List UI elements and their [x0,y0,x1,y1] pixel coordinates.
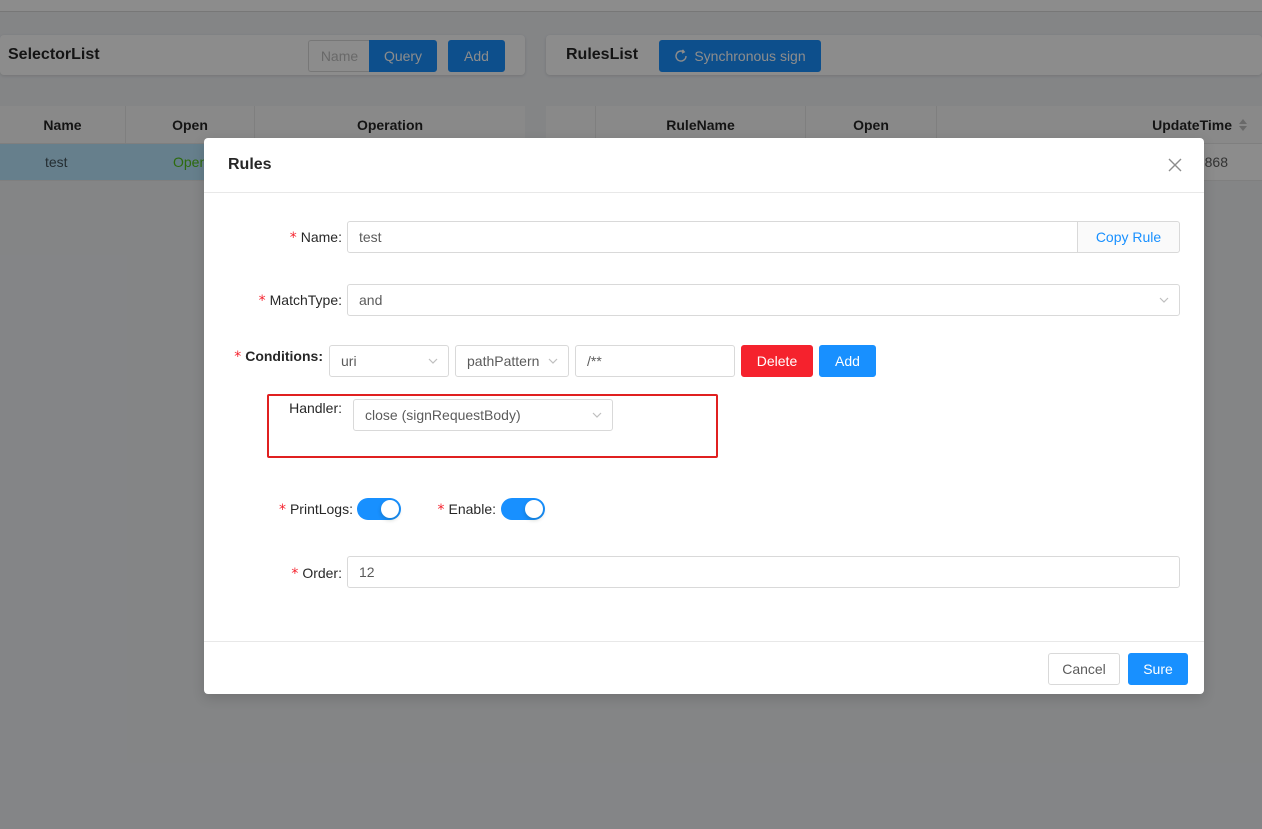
print-logs-toggle[interactable] [357,498,401,520]
close-icon[interactable] [1164,154,1186,176]
order-label: * Order: [291,565,342,582]
delete-condition-button[interactable]: Delete [741,345,813,377]
print-logs-label: * PrintLogs: [278,501,353,518]
chevron-down-icon [548,358,558,364]
add-condition-button[interactable]: Add [819,345,876,377]
modal-title: Rules [228,156,272,173]
enable-toggle[interactable] [501,498,545,520]
conditions-label: * Conditions: [234,348,323,365]
order-field[interactable]: 12 [347,556,1180,588]
condition-operator-select[interactable]: pathPattern [455,345,569,377]
enable-label: * Enable: [437,501,496,518]
chevron-down-icon [1159,297,1169,303]
modal-footer: Cancel Sure [204,641,1204,694]
cancel-button[interactable]: Cancel [1048,653,1120,685]
match-type-value: and [359,292,383,308]
condition-value-input[interactable]: /** [575,345,735,377]
copy-rule-button[interactable]: Copy Rule [1077,221,1180,253]
sure-button[interactable]: Sure [1128,653,1188,685]
toggle-knob [381,500,399,518]
toggle-knob [525,500,543,518]
name-field[interactable]: test [347,221,1078,253]
modal-header: Rules [204,138,1204,193]
name-label: * Name: [289,229,342,246]
match-type-select[interactable]: and [347,284,1180,316]
match-type-label: * MatchType: [258,292,342,309]
condition-operator-value: pathPattern [467,353,540,369]
chevron-down-icon [428,358,438,364]
condition-param-type-select[interactable]: uri [329,345,449,377]
condition-param-type-value: uri [341,353,357,369]
handler-highlight-box [267,394,718,458]
